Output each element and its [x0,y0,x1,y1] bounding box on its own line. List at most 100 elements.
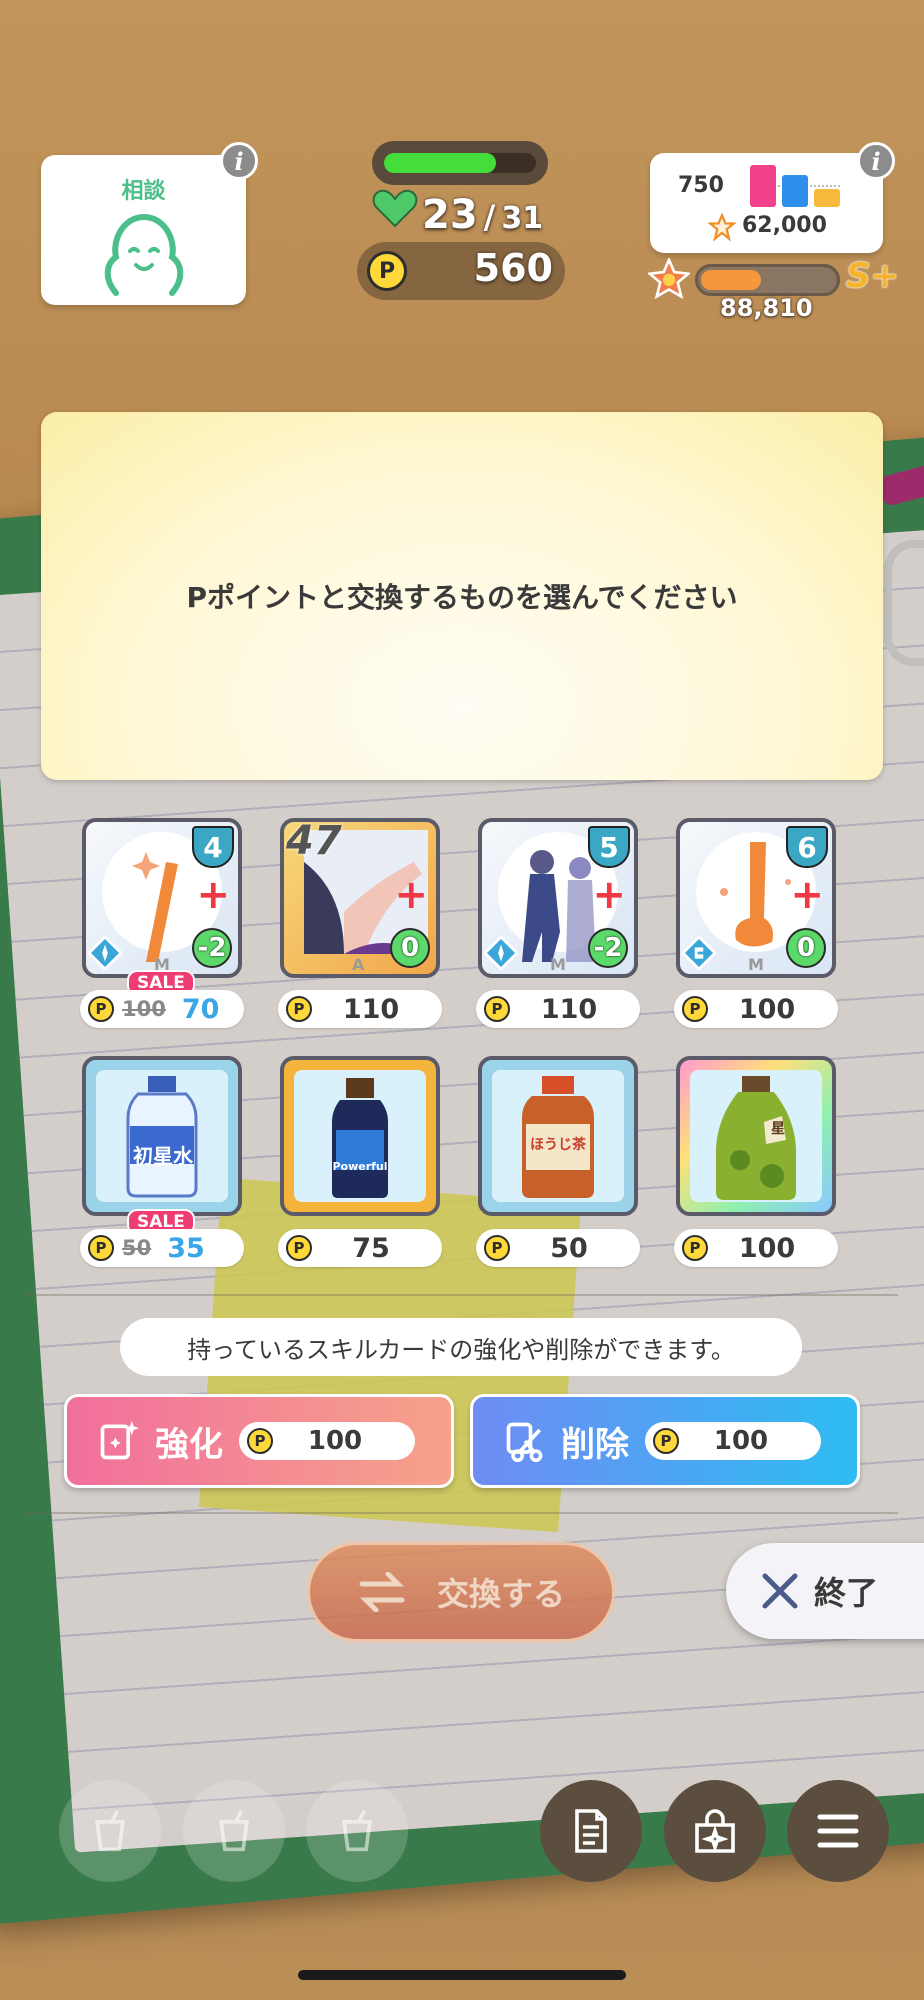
drink-item-3-price[interactable]: P 50 [476,1229,640,1267]
parameter-total: 750 [678,173,724,198]
drink-item-1-price[interactable]: P 50 35 [80,1229,244,1267]
delete-button[interactable]: 削除 P 100 [470,1394,860,1488]
divider-top [26,1294,898,1296]
star-outline-icon [708,213,736,241]
skill-card-4-price[interactable]: P 100 [674,990,838,1028]
drink-item-2-price[interactable]: P 75 [278,1229,442,1267]
p-coin-icon: P [682,996,708,1022]
p-point-value: 560 [473,246,553,290]
heart-icon [372,189,418,228]
bag-icon [695,1809,735,1853]
consult-button[interactable]: 相談 [41,155,246,305]
p-coin-icon: P [367,251,407,291]
p-coin-icon: P [484,1235,510,1261]
drink-item-4[interactable]: 星 [676,1056,836,1216]
skill-card-4-grade: M [748,955,764,974]
empty-drink-icon [95,1810,125,1852]
skill-card-4-price-value: 100 [738,993,796,1025]
skill-card-3-badge: 5 [588,826,630,868]
skill-card-4-plus-icon: + [790,872,824,918]
p-coin-icon: P [88,1235,114,1261]
drink-item-1-sale-price: 35 [167,1232,205,1264]
skill-card-3-price[interactable]: P 110 [476,990,640,1028]
p-coin-icon: P [653,1428,679,1454]
skill-card-4[interactable]: 6 + 0 M [676,818,836,978]
enhance-button[interactable]: 強化 P 100 [64,1394,454,1488]
enhance-price: P 100 [239,1422,415,1460]
skill-card-2-badge: 47 [286,818,342,864]
visual-bar [814,189,840,207]
skill-card-3-price-value: 110 [540,993,598,1025]
drink-item-3-label: ほうじ茶 [530,1137,586,1153]
home-indicator[interactable] [298,1970,626,1980]
skill-card-3-grade: M [550,955,566,974]
skill-card-2-price[interactable]: P 110 [278,990,442,1028]
p-coin-icon: P [286,996,312,1022]
drink-slot-3[interactable] [306,1780,408,1882]
rank-grade-icon: S+ [846,256,899,296]
stamina-readout: 23 / 31 [372,188,572,238]
enhance-label: 強化 [155,1424,223,1465]
skill-card-1-type-icon [88,936,122,970]
empty-drink-icon [219,1810,249,1852]
consult-info-icon[interactable]: i [220,142,258,180]
deck-button[interactable] [540,1780,642,1882]
drink-item-2[interactable]: Powerful [280,1056,440,1216]
instruction-text: Pポイントと交換するものを選んでください [186,581,738,614]
skill-card-1-price[interactable]: P 100 70 [80,990,244,1028]
hamburger-menu-icon [817,1814,859,1848]
stamina-separator: / [483,198,496,236]
drink-item-2-price-value: 75 [352,1232,390,1264]
skill-card-1-sale-price: 70 [181,993,220,1025]
exit-button[interactable]: 終了 [726,1543,924,1639]
drink-item-1-old-price: 50 [122,1236,152,1260]
document-icon [575,1809,607,1853]
skill-card-2-grade: A [352,955,365,974]
stamina-current: 23 [422,192,478,238]
p-point-counter: P 560 [357,242,565,300]
drink-item-4-label: 星 [771,1121,785,1137]
menu-button[interactable] [787,1780,889,1882]
stamina-max: 31 [501,201,544,236]
p-coin-icon: P [286,1235,312,1261]
delete-scissors-icon [506,1422,543,1463]
empty-drink-icon [342,1810,372,1852]
skill-card-3-cost: -2 [588,928,628,968]
item-bag-button[interactable] [664,1780,766,1882]
skill-card-2-price-value: 110 [342,993,400,1025]
drink-item-3-price-value: 50 [550,1232,588,1264]
rank-progress-bar [695,264,840,296]
drink-slot-2[interactable] [183,1780,285,1882]
p-coin-icon: P [247,1428,273,1454]
water-bottle-icon [96,1070,228,1202]
p-coin-icon: P [484,996,510,1022]
drink-item-3[interactable]: ほうじ茶 [478,1056,638,1216]
delete-price: P 100 [645,1422,821,1460]
consult-face-icon [104,213,183,296]
enhance-icon [100,1420,140,1460]
drink-item-4-price[interactable]: P 100 [674,1229,838,1267]
parameter-panel[interactable]: 750 62,000 [650,153,883,253]
skill-card-4-type-icon [682,936,716,970]
skill-card-4-cost: 0 [786,928,826,968]
rank-progress-fill [701,270,761,290]
skill-card-4-badge: 6 [786,826,828,868]
vocal-bar [750,165,776,207]
exchange-arrows-icon [359,1572,405,1612]
skill-card-1-cost: -2 [192,928,232,968]
skill-card-hint: 持っているスキルカードの強化や削除ができます。 [120,1318,802,1376]
dance-bar [782,175,808,207]
rank-score: 88,810 [720,294,813,322]
drink-item-1[interactable]: 初星水 [82,1056,242,1216]
skill-card-1-old-price: 100 [122,997,166,1021]
skill-card-2-cost: 0 [390,928,430,968]
skill-card-3[interactable]: 5 + -2 M [478,818,638,978]
parameter-info-icon[interactable]: i [857,142,895,180]
skill-card-3-plus-icon: + [592,872,626,918]
drink-item-1-label: 初星水 [133,1144,193,1168]
drink-slot-1[interactable] [59,1780,161,1882]
exchange-button[interactable]: 交換する [307,1542,615,1642]
skill-card-1[interactable]: 4 + -2 M [82,818,242,978]
skill-card-2[interactable]: 47 + 0 A [280,818,440,978]
exchange-label: 交換する [436,1575,565,1613]
